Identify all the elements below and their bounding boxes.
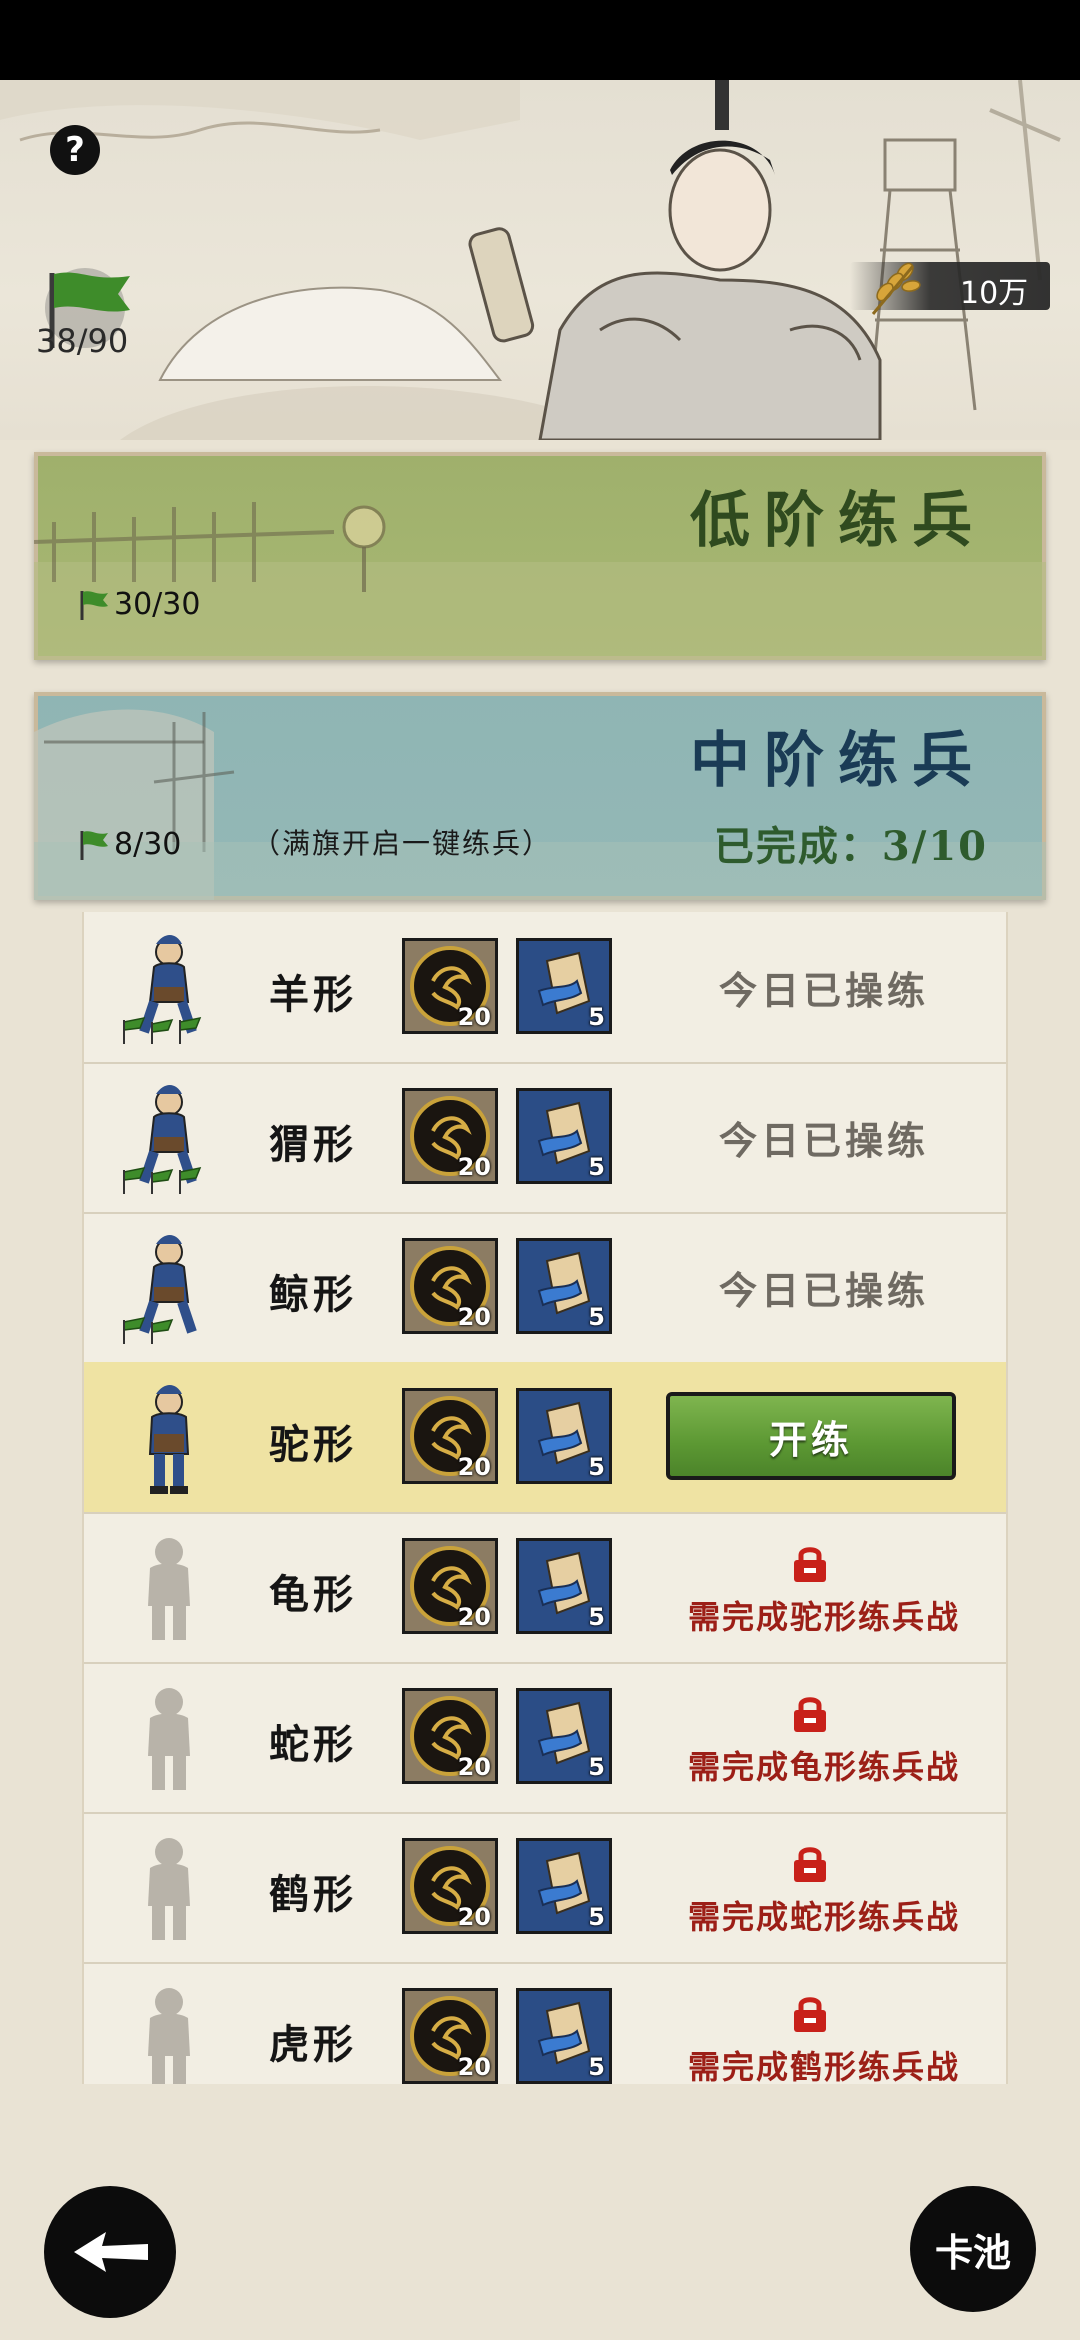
formation-name: 龟形 (269, 1571, 357, 1618)
formation-name: 羊形 (269, 971, 357, 1018)
banner-flag-counter: 8/30 (76, 827, 181, 862)
soldier-avatar (123, 1085, 202, 1194)
item-quantity: 5 (588, 1903, 605, 1931)
soldier-avatar (123, 935, 202, 1044)
formation-name: 虎形 (269, 2021, 357, 2068)
scroll-item[interactable]: 5 (516, 938, 612, 1034)
coin-item[interactable]: 20 (402, 1538, 498, 1634)
formation-name: 猬形 (269, 1121, 357, 1168)
item-quantity: 5 (588, 1603, 605, 1631)
coin-item[interactable]: 20 (402, 1688, 498, 1784)
scroll-item[interactable]: 5 (516, 1088, 612, 1184)
scroll-item[interactable]: 5 (516, 1988, 612, 2084)
formation-name: 鹤形 (269, 1871, 357, 1918)
flag-progress: 30/30 (114, 587, 201, 622)
status-text: 今日已操练 (718, 1268, 929, 1313)
status-text: 今日已操练 (718, 968, 929, 1013)
training-row-locked: 龟形 20 5 需完成驼形练兵战 (84, 1512, 1006, 1664)
reward-value: 10万 (960, 276, 1029, 311)
scroll-item[interactable]: 5 (516, 1538, 612, 1634)
coin-item[interactable]: 20 (402, 1388, 498, 1484)
formation-name: 鲸形 (269, 1271, 357, 1318)
item-quantity: 20 (457, 1003, 491, 1031)
banner-flag-counter: 30/30 (76, 587, 200, 622)
one-click-hint: （满旗开启一键练兵） (252, 827, 553, 860)
unlock-requirement: 需完成龟形练兵战 (687, 1748, 960, 1786)
training-row: 鲸形 20 5 今日已操练 (84, 1212, 1006, 1364)
training-row-locked: 蛇形 20 5 需完成龟形练兵战 (84, 1662, 1006, 1814)
mid-tier-training-banner[interactable]: 中阶练兵 8/30 （满旗开启一键练兵） 已完成：3/10 (34, 692, 1046, 900)
locked-soldier-silhouette (148, 1988, 190, 2084)
lock-icon (794, 1997, 826, 2032)
training-row: 羊形 20 5 今日已操练 (84, 912, 1006, 1064)
item-quantity: 5 (588, 2053, 605, 2081)
locked-soldier-silhouette (148, 1838, 190, 1940)
unlock-requirement: 需完成驼形练兵战 (687, 1598, 960, 1636)
lock-icon (794, 1847, 826, 1882)
back-button[interactable] (44, 2186, 176, 2318)
item-quantity: 5 (588, 1753, 605, 1781)
soldier-avatar (123, 1235, 197, 1344)
flag-progress: 8/30 (114, 827, 182, 862)
completion-progress: 已完成：3/10 (713, 823, 988, 870)
item-quantity: 20 (457, 1303, 491, 1331)
flag-icon (80, 830, 108, 860)
start-training-button[interactable]: 开练 (666, 1392, 956, 1480)
item-quantity: 20 (457, 1903, 491, 1931)
scroll-item[interactable]: 5 (516, 1838, 612, 1934)
flag-icon (80, 590, 108, 620)
scroll-item[interactable]: 5 (516, 1688, 612, 1784)
training-row-active: 驼形 20 5 开练 (84, 1362, 1006, 1514)
scroll-item[interactable]: 5 (516, 1238, 612, 1334)
item-quantity: 20 (457, 2053, 491, 2081)
coin-item[interactable]: 20 (402, 1988, 498, 2084)
soldier-avatar (148, 1385, 190, 1494)
training-row: 猬形 20 5 今日已操练 (84, 1062, 1006, 1214)
status-bar (0, 0, 1080, 80)
lock-icon (794, 1547, 826, 1582)
scroll-item[interactable]: 5 (516, 1388, 612, 1484)
coin-item[interactable]: 20 (402, 1088, 498, 1184)
coin-item[interactable]: 20 (402, 1238, 498, 1334)
item-quantity: 20 (457, 1153, 491, 1181)
coin-item[interactable]: 20 (402, 938, 498, 1034)
back-arrow-icon (74, 2232, 148, 2272)
locked-soldier-silhouette (148, 1688, 190, 1790)
status-text: 今日已操练 (718, 1118, 929, 1163)
flag-count: 38/90 (36, 322, 129, 360)
item-quantity: 5 (588, 1453, 605, 1481)
card-pool-button[interactable]: 卡池 (910, 2186, 1036, 2312)
unlock-requirement: 需完成蛇形练兵战 (687, 1898, 960, 1936)
item-quantity: 20 (457, 1453, 491, 1481)
formation-name: 蛇形 (269, 1721, 357, 1768)
item-quantity: 20 (457, 1753, 491, 1781)
low-tier-training-banner[interactable]: 低阶练兵 30/30 (34, 452, 1046, 660)
lock-icon (794, 1697, 826, 1732)
banner-title: 中阶练兵 (690, 726, 986, 796)
locked-soldier-silhouette (148, 1538, 190, 1640)
item-quantity: 20 (457, 1603, 491, 1631)
banner-title: 低阶练兵 (690, 486, 986, 556)
training-row-locked: 鹤形 20 5 需完成蛇形练兵战 (84, 1812, 1006, 1964)
item-quantity: 5 (588, 1303, 605, 1331)
item-quantity: 5 (588, 1153, 605, 1181)
item-quantity: 5 (588, 1003, 605, 1031)
wheat-icon (871, 262, 921, 315)
unlock-requirement: 需完成鹤形练兵战 (687, 2048, 960, 2084)
training-row-locked: 虎形 20 5 需完成鹤形练兵战 (84, 1962, 1006, 2084)
training-list[interactable]: 羊形 20 5 今日已操练 猬形 20 5 今日已操练 鲸形 20 5 今日已操… (82, 912, 1008, 2084)
coin-item[interactable]: 20 (402, 1838, 498, 1934)
formation-name: 驼形 (269, 1421, 357, 1468)
help-button[interactable]: ? (50, 125, 100, 175)
